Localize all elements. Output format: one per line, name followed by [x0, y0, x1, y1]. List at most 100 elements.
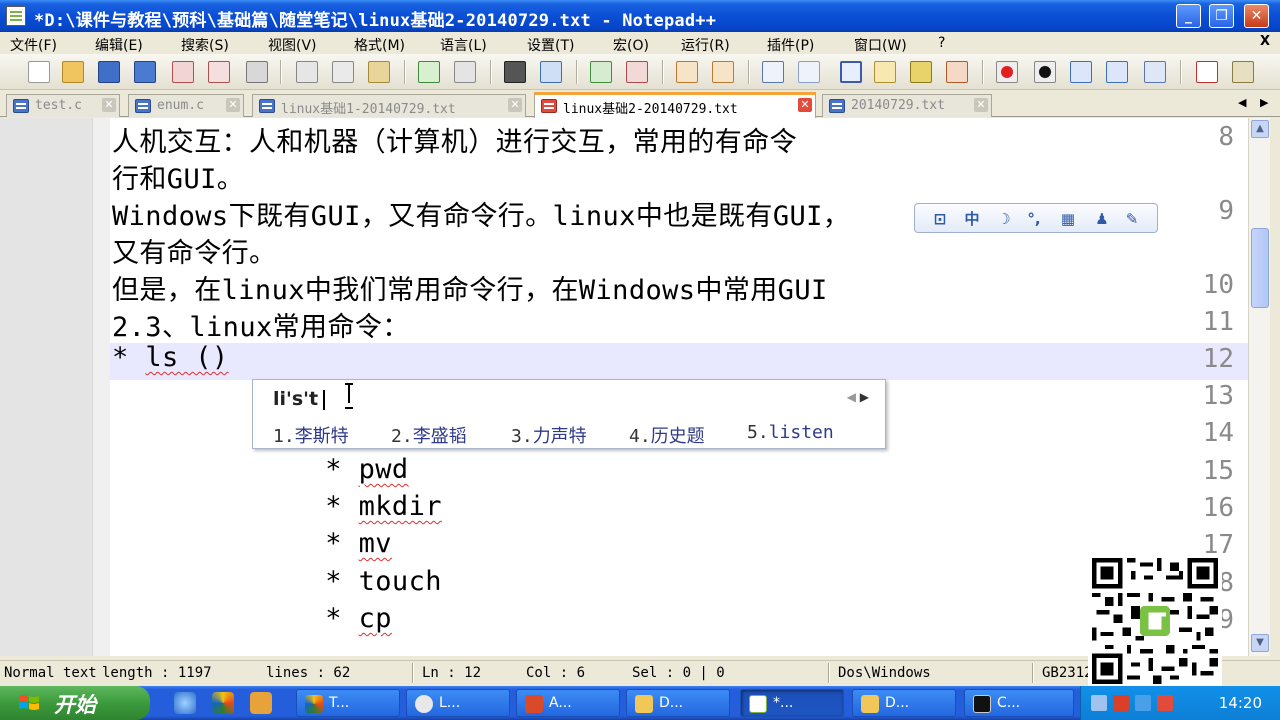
- stop-macro-icon[interactable]: [1034, 61, 1056, 83]
- ime-keyboard-icon[interactable]: ▦: [1059, 210, 1077, 228]
- zoom-in-icon[interactable]: [590, 61, 612, 83]
- replace-icon[interactable]: [540, 61, 562, 83]
- ime-user-icon[interactable]: ♟: [1093, 210, 1111, 228]
- tab-close-icon[interactable]: ✕: [102, 98, 116, 112]
- ime-settings-icon[interactable]: ✎: [1123, 210, 1141, 228]
- ime-next-page-icon[interactable]: ▶: [860, 390, 869, 404]
- taskbar-clock[interactable]: 14:20: [1219, 694, 1262, 712]
- network-tray-icon[interactable]: [1091, 695, 1107, 711]
- ime-candidate-3[interactable]: 3.力声特: [511, 422, 587, 448]
- maximize-button[interactable]: ❐: [1209, 4, 1234, 28]
- tab-close-icon[interactable]: ✕: [508, 98, 522, 112]
- title-bar[interactable]: *D:\课件与教程\预科\基础篇\随堂笔记\linux基础2-20140729.…: [0, 0, 1280, 32]
- close-button[interactable]: ✕: [1244, 4, 1269, 28]
- tab-close-icon[interactable]: ✕: [798, 98, 812, 112]
- media-quicklaunch-icon[interactable]: [212, 692, 234, 714]
- spell-check-icon[interactable]: [1196, 61, 1218, 83]
- menu-macro[interactable]: 宏(O): [613, 35, 649, 55]
- ime-pager[interactable]: ◀ ▶: [847, 390, 869, 404]
- save-all-icon[interactable]: [134, 61, 156, 83]
- word-wrap-icon[interactable]: [762, 61, 784, 83]
- notepad-app-icon[interactable]: [6, 6, 26, 26]
- start-button[interactable]: 开始: [0, 686, 150, 720]
- sync-horizontal-icon[interactable]: [712, 61, 734, 83]
- run-macro-multiple-icon[interactable]: [1106, 61, 1128, 83]
- taskbar-item-notepadpp[interactable]: *...: [740, 689, 844, 717]
- find-icon[interactable]: [504, 61, 526, 83]
- ime-candidate-4[interactable]: 4.历史题: [629, 422, 705, 448]
- ime-logo-icon[interactable]: ⊡: [931, 210, 949, 228]
- menu-run[interactable]: 运行(R): [681, 35, 730, 55]
- taskbar-item-a[interactable]: A...: [516, 689, 620, 717]
- spell-options-icon[interactable]: [1232, 61, 1254, 83]
- menu-edit[interactable]: 编辑(E): [95, 35, 143, 55]
- ime-halfwidth-icon[interactable]: ☽: [995, 210, 1013, 228]
- function-list-icon[interactable]: [946, 61, 968, 83]
- ime-mode-toggle[interactable]: 中: [963, 210, 981, 228]
- user-language-icon[interactable]: [874, 61, 896, 83]
- tab-scroll-right-icon[interactable]: ▶: [1260, 96, 1268, 109]
- open-file-icon[interactable]: [62, 61, 84, 83]
- volume-tray-icon[interactable]: [1135, 695, 1151, 711]
- tab-close-icon[interactable]: ✕: [974, 98, 988, 112]
- paste-icon[interactable]: [368, 61, 390, 83]
- taskbar-item-cmd[interactable]: C...: [964, 689, 1074, 717]
- app-tray-icon[interactable]: [1113, 695, 1129, 711]
- undo-icon[interactable]: [418, 61, 440, 83]
- play-macro-icon[interactable]: [1070, 61, 1092, 83]
- taskbar-item-t[interactable]: T...: [296, 689, 400, 717]
- ime-candidate-2[interactable]: 2.李盛韬: [391, 422, 467, 448]
- code-line: * mkdir: [292, 491, 442, 522]
- tab-scroll-left-icon[interactable]: ◀: [1238, 96, 1246, 109]
- record-macro-icon[interactable]: [996, 61, 1018, 83]
- close-file-icon[interactable]: [172, 61, 194, 83]
- ime-prev-page-icon[interactable]: ◀: [847, 390, 856, 404]
- show-all-chars-icon[interactable]: [798, 61, 820, 83]
- ime-candidate-1[interactable]: 1.李斯特: [273, 422, 349, 448]
- security-tray-icon[interactable]: [1157, 695, 1173, 711]
- tab-linux-basics-2[interactable]: linux基础2-20140729.txt ✕: [534, 92, 816, 118]
- save-icon[interactable]: [98, 61, 120, 83]
- tab-20140729[interactable]: 20140729.txt ✕: [822, 94, 992, 117]
- menu-plugins[interactable]: 插件(P): [767, 35, 814, 55]
- tab-close-icon[interactable]: ✕: [226, 98, 240, 112]
- cut-icon[interactable]: [296, 61, 318, 83]
- scrollbar-thumb[interactable]: [1251, 228, 1269, 308]
- fold-margin[interactable]: [92, 118, 110, 656]
- menu-view[interactable]: 视图(V): [268, 35, 317, 55]
- tab-enum-c[interactable]: enum.c ✕: [128, 94, 244, 117]
- ime-status-toolbar[interactable]: ⊡ 中 ☽ °, ▦ ♟ ✎: [914, 203, 1158, 233]
- menu-settings[interactable]: 设置(T): [527, 35, 574, 55]
- taskbar-item-d2[interactable]: D...: [852, 689, 956, 717]
- menu-window[interactable]: 窗口(W): [854, 35, 907, 55]
- ime-candidate-5[interactable]: 5.listen: [747, 422, 834, 443]
- menu-file[interactable]: 文件(F): [10, 35, 57, 55]
- taskbar-item-l[interactable]: L...: [406, 689, 510, 717]
- document-close-icon[interactable]: X: [1260, 34, 1270, 49]
- menu-format[interactable]: 格式(M): [354, 35, 405, 55]
- indent-guide-icon[interactable]: [840, 61, 862, 83]
- ie-quicklaunch-icon[interactable]: [174, 692, 196, 714]
- minimize-button[interactable]: _: [1176, 4, 1201, 28]
- menu-language[interactable]: 语言(L): [440, 35, 487, 55]
- tab-test-c[interactable]: test.c ✕: [6, 94, 120, 117]
- taskbar-item-d[interactable]: D...: [626, 689, 730, 717]
- menu-help[interactable]: ?: [938, 35, 945, 51]
- ime-punctuation-icon[interactable]: °,: [1025, 210, 1043, 228]
- sync-vertical-icon[interactable]: [676, 61, 698, 83]
- redo-icon[interactable]: [454, 61, 476, 83]
- close-all-icon[interactable]: [208, 61, 230, 83]
- menu-search[interactable]: 搜索(S): [181, 35, 229, 55]
- print-icon[interactable]: [246, 61, 268, 83]
- document-map-icon[interactable]: [910, 61, 932, 83]
- scroll-down-icon[interactable]: ▼: [1251, 634, 1269, 652]
- new-file-icon[interactable]: [28, 61, 50, 83]
- tab-linux-basics-1[interactable]: linux基础1-20140729.txt ✕: [252, 94, 526, 117]
- desktop-quicklaunch-icon[interactable]: [250, 692, 272, 714]
- copy-icon[interactable]: [332, 61, 354, 83]
- zoom-out-icon[interactable]: [626, 61, 648, 83]
- ime-caret: [323, 390, 325, 410]
- save-macro-icon[interactable]: [1144, 61, 1166, 83]
- vertical-scrollbar[interactable]: ▲ ▼: [1248, 118, 1270, 656]
- scroll-up-icon[interactable]: ▲: [1251, 120, 1269, 138]
